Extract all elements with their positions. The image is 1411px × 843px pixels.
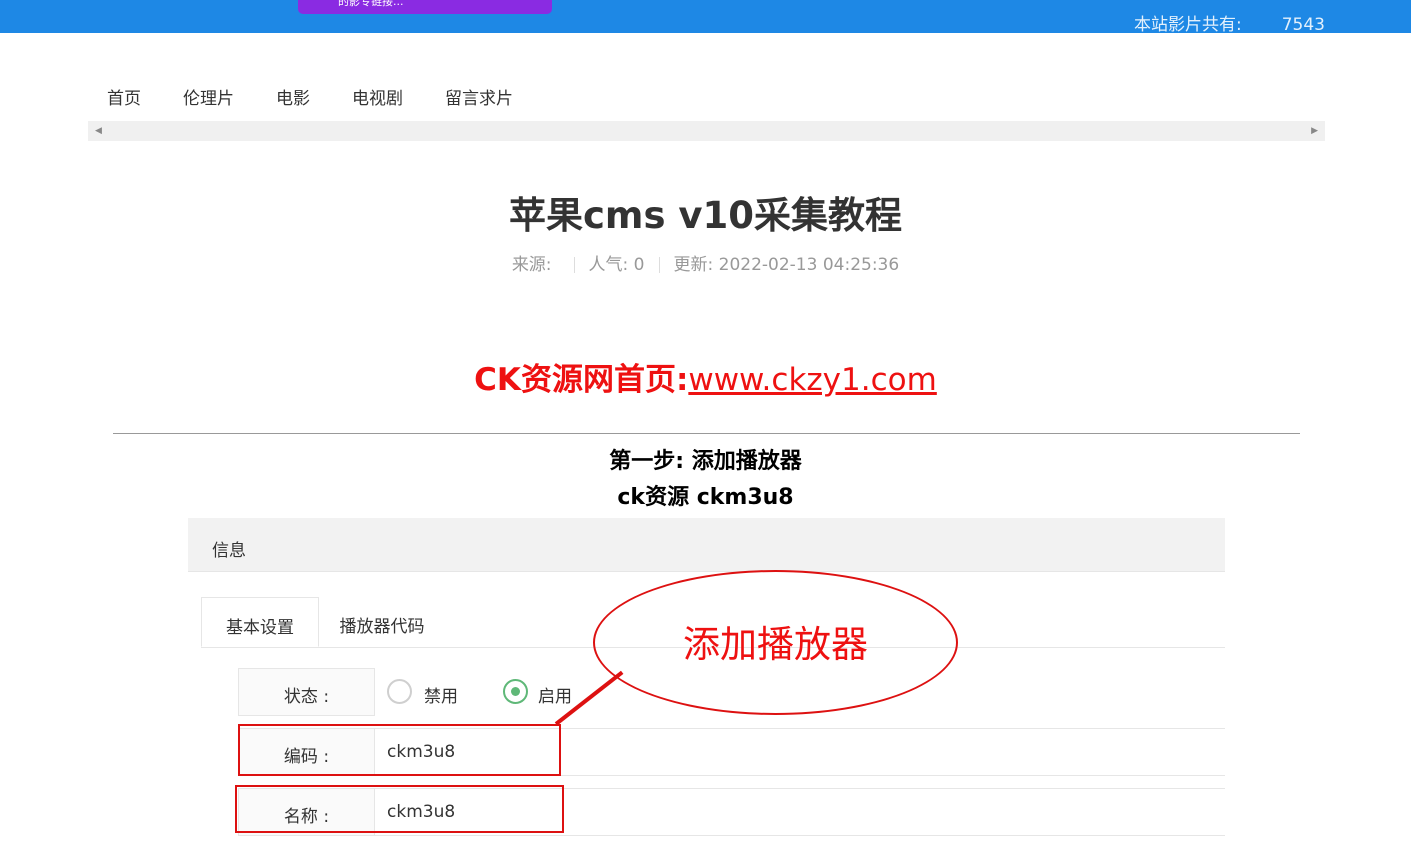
promo-text: 的影专链接... [338,0,404,8]
name-highlight-box [235,785,564,833]
step-title: 第一步: 添加播放器 [609,449,802,474]
panel-header: 信息 [188,518,1225,572]
nav-item-request[interactable]: 留言求片 [445,84,513,109]
radio-disabled-label: 禁用 [424,687,458,707]
status-label: 状态 : [238,668,375,716]
movie-count: 本站影片共有: 7543 [1134,10,1325,35]
main-nav: 首页 伦理片 电影 电视剧 留言求片 [88,84,536,109]
promo-banner[interactable]: 的影专链接... [298,0,552,14]
top-bar: 的影专链接... 本站影片共有: 7543 [0,0,1411,35]
nav-scrollbar[interactable]: ◀ ▶ [88,121,1325,141]
radio-disabled [387,679,412,704]
radio-enabled-label: 启用 [538,687,572,707]
nav-item-ethics[interactable]: 伦理片 [183,84,234,109]
annotation-text: 添加播放器 [683,623,868,666]
homepage-link[interactable]: www.ckzy1.com [688,362,936,398]
radio-enabled [503,679,528,704]
divider [113,433,1300,434]
panel-title: 信息 [212,541,246,561]
homepage-line: CK资源网首页:www.ckzy1.com [0,354,1411,399]
popularity: 人气: 0 [588,255,645,275]
nav-item-home[interactable]: 首页 [107,84,141,109]
code-highlight-box [238,724,561,776]
updated-time: 更新: 2022-02-13 04:25:36 [673,255,900,275]
source-label: 来源: [511,255,552,275]
step-subtitle: ck资源 ckm3u8 [617,485,794,510]
tab-player-code: 播放器代码 [339,617,425,637]
movie-count-label: 本站影片共有: [1134,15,1242,35]
scroll-right-icon[interactable]: ▶ [1311,126,1318,136]
tab-basic-settings: 基本设置 [201,597,319,647]
nav-item-tv[interactable]: 电视剧 [352,84,403,109]
page-title: 苹果cms v10采集教程 [509,194,902,237]
homepage-label: CK资源网首页: [474,362,689,398]
movie-count-value: 7543 [1281,15,1325,35]
divider [573,257,575,273]
nav-item-movies[interactable]: 电影 [276,84,310,109]
divider [658,257,660,273]
scroll-left-icon[interactable]: ◀ [95,126,102,136]
article-meta: 来源: 人气: 0 更新: 2022-02-13 04:25:36 [0,250,1411,275]
